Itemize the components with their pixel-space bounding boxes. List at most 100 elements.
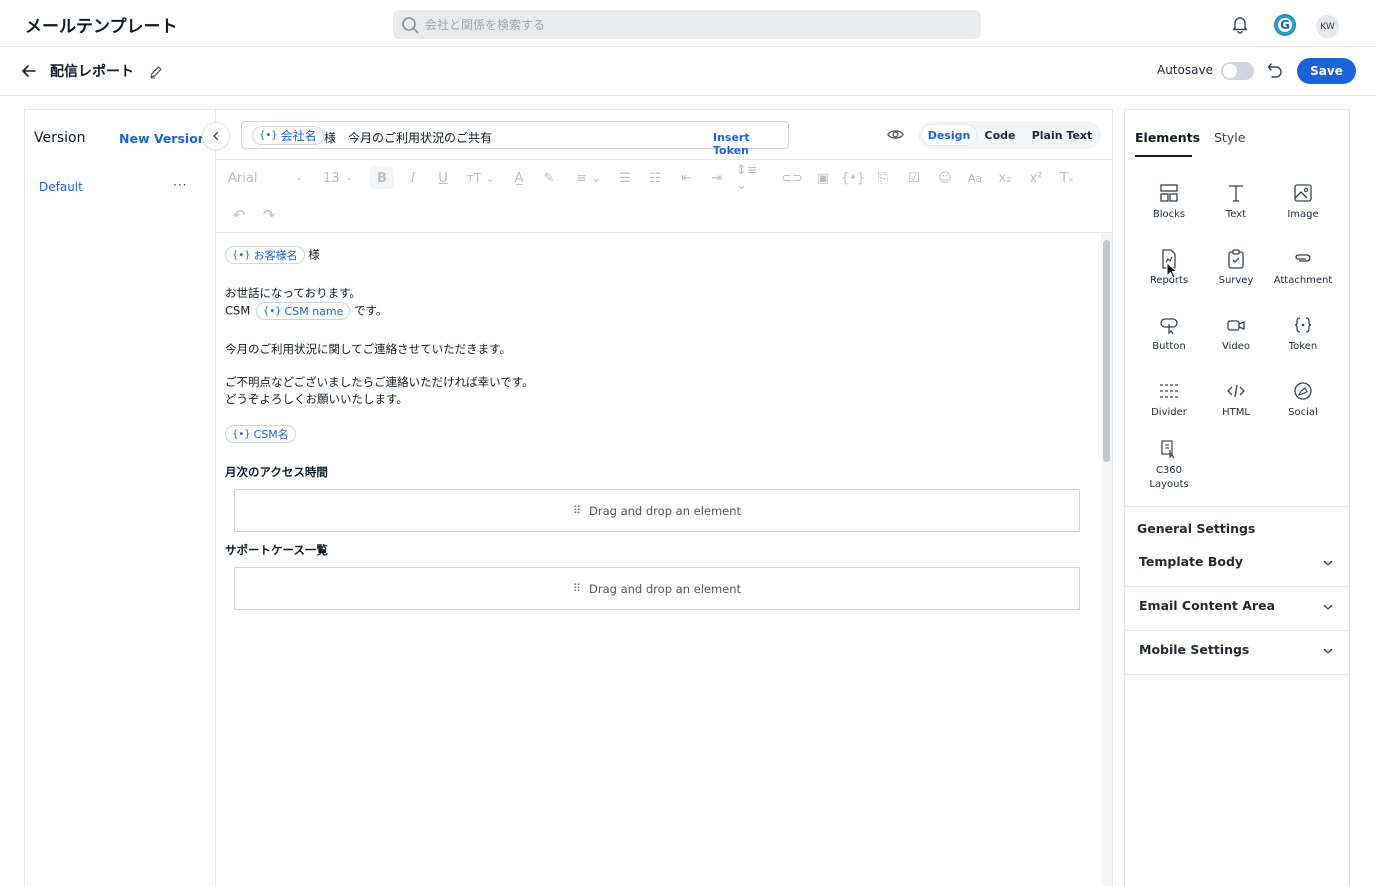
element-social[interactable]: Social xyxy=(1270,380,1336,436)
csm-signature-token[interactable]: {•} CSM名 xyxy=(225,425,296,443)
accordion-label: Mobile Settings xyxy=(1139,642,1250,657)
version-panel: Version New Version Default ··· xyxy=(24,109,216,886)
element-label: Image xyxy=(1287,209,1319,220)
undo-icon[interactable] xyxy=(1266,61,1284,79)
template-bar: 配信レポート Autosave Save xyxy=(0,47,1376,96)
blocks-icon xyxy=(1160,184,1178,202)
token-icon xyxy=(1294,317,1312,333)
layout-insert-icon[interactable]: ⎘ xyxy=(872,167,894,189)
more-menu-icon[interactable]: ··· xyxy=(173,178,187,192)
image-icon xyxy=(1294,184,1312,202)
bold-icon[interactable]: B xyxy=(370,167,394,189)
g-app-icon[interactable]: G xyxy=(1274,14,1296,36)
token-icon: {•} xyxy=(259,130,278,141)
back-arrow-icon[interactable] xyxy=(20,62,38,80)
tab-style[interactable]: Style xyxy=(1214,130,1245,145)
superscript-icon[interactable]: x² xyxy=(1025,167,1047,189)
email-canvas[interactable]: {•} お客様名 様 お世話になっております。 CSM {•} CSM name で… xyxy=(216,233,1100,886)
bullet-list-icon[interactable]: ☰ xyxy=(614,167,636,189)
csm-suffix: です。 xyxy=(354,303,388,318)
tab-plain-text[interactable]: Plain Text xyxy=(1027,124,1097,146)
accordion-email-content-area[interactable]: Email Content Area xyxy=(1125,586,1349,630)
mouse-cursor-icon xyxy=(1166,262,1179,279)
csm-name-token[interactable]: {•} CSM name xyxy=(255,302,351,320)
align-icon[interactable]: ≡ ⌄ xyxy=(572,167,606,189)
accordion-template-body[interactable]: Template Body xyxy=(1125,542,1349,586)
image-insert-icon[interactable]: ▣ xyxy=(812,167,834,189)
insert-token-link[interactable]: Insert Token xyxy=(713,131,788,157)
element-c360-layouts[interactable]: C360 Layouts xyxy=(1136,438,1202,500)
tab-design[interactable]: Design xyxy=(921,124,977,146)
editor-redo-icon[interactable]: ↷ xyxy=(260,204,278,226)
numbered-list-icon[interactable]: ☷ xyxy=(644,167,666,189)
element-token[interactable]: Token xyxy=(1270,314,1336,370)
element-image[interactable]: Image xyxy=(1270,182,1336,238)
app-title: メールテンプレート xyxy=(25,17,178,37)
divider xyxy=(1125,506,1349,507)
dropzone-access-time[interactable]: ⠿ Drag and drop an element xyxy=(234,489,1080,532)
element-survey[interactable]: Survey xyxy=(1203,248,1269,304)
chevron-down-icon: ⌄ xyxy=(345,173,354,183)
font-family-select[interactable]: Arial ⌄ xyxy=(228,167,308,189)
line-height-icon[interactable]: ↕≡ ⌄ xyxy=(736,163,772,193)
element-label: Social xyxy=(1288,407,1318,418)
italic-icon[interactable]: I xyxy=(402,167,424,189)
bell-icon[interactable] xyxy=(1230,14,1250,34)
font-size-select[interactable]: 13 ⌄ xyxy=(323,167,357,189)
avatar-initials: KW xyxy=(1320,21,1335,32)
element-text[interactable]: Text xyxy=(1203,182,1269,238)
collapse-panel-button[interactable] xyxy=(202,122,230,150)
emoji-icon[interactable]: ☺ xyxy=(934,167,956,189)
avatar[interactable]: KW xyxy=(1316,15,1339,38)
global-search[interactable] xyxy=(393,10,981,39)
subject-field[interactable]: {•} 会社名 様 今月のご利用状況のご共有 Insert Token xyxy=(241,121,789,157)
element-attachment[interactable]: Attachment xyxy=(1270,248,1336,304)
tab-elements[interactable]: Elements xyxy=(1135,130,1200,145)
indent-icon[interactable]: ⇥ xyxy=(706,167,728,189)
chevron-down-icon xyxy=(1323,648,1333,654)
pencil-icon[interactable] xyxy=(149,65,163,79)
tab-code[interactable]: Code xyxy=(979,124,1021,146)
element-blocks[interactable]: Blocks xyxy=(1136,182,1202,238)
element-label: Video xyxy=(1221,341,1251,352)
autosave-toggle[interactable] xyxy=(1221,62,1254,80)
clear-format-icon[interactable]: Tₓ xyxy=(1056,167,1078,189)
body-line-questions: ご不明点などございましたらご連絡いただければ幸いです。 xyxy=(225,375,534,389)
subscript-icon[interactable]: x₂ xyxy=(994,167,1016,189)
strikethrough-icon[interactable]: A̶a xyxy=(964,167,986,189)
save-button[interactable]: Save xyxy=(1297,58,1356,84)
email-editor: {•} 会社名 様 今月のご利用状況のご共有 Insert Token Desig… xyxy=(216,109,1113,886)
customer-name-token[interactable]: {•} お客様名 xyxy=(225,246,305,264)
autosave-label: Autosave xyxy=(1157,63,1213,77)
token-icon: {•} xyxy=(262,305,282,317)
dropzone-label: Drag and drop an element xyxy=(589,581,742,596)
element-html[interactable]: HTML xyxy=(1203,380,1269,436)
search-input[interactable] xyxy=(425,14,965,35)
dropzone-support-cases[interactable]: ⠿ Drag and drop an element xyxy=(234,567,1080,610)
scrollbar-thumb[interactable] xyxy=(1103,240,1110,462)
token-insert-icon[interactable]: {•} xyxy=(841,167,865,189)
canvas-scrollbar[interactable] xyxy=(1101,233,1112,886)
subject-token-chip[interactable]: {•} 会社名 xyxy=(252,126,324,145)
element-divider[interactable]: Divider xyxy=(1136,380,1202,436)
new-version-link[interactable]: New Version xyxy=(119,131,207,146)
body-line-csm: CSM {•} CSM name です。 xyxy=(225,302,387,320)
underline-icon[interactable]: U xyxy=(432,167,454,189)
editor-undo-icon[interactable]: ↶ xyxy=(230,204,248,226)
highlight-icon[interactable]: ✎ xyxy=(538,167,560,189)
font-color-icon[interactable]: A̲ xyxy=(508,167,530,189)
text-size-icon[interactable]: ᴛT ⌄ xyxy=(464,167,498,189)
button-icon xyxy=(1160,318,1178,335)
element-video[interactable]: Video xyxy=(1203,314,1269,370)
element-button[interactable]: Button xyxy=(1136,314,1202,370)
version-item-default[interactable]: Default xyxy=(39,180,83,194)
accordion-label: Email Content Area xyxy=(1139,598,1276,613)
accordion-mobile-settings[interactable]: Mobile Settings xyxy=(1125,630,1349,674)
outdent-icon[interactable]: ⇤ xyxy=(676,167,698,189)
survey-insert-icon[interactable]: ☑ xyxy=(903,167,925,189)
link-icon[interactable]: ⊂⊃ xyxy=(781,167,803,189)
subject-text: 様 今月のご利用状況のご共有 xyxy=(324,131,493,145)
section-heading-support-cases: サポートケース一覧 xyxy=(225,543,328,557)
eye-icon[interactable] xyxy=(886,125,905,144)
chevron-left-icon xyxy=(213,131,219,141)
